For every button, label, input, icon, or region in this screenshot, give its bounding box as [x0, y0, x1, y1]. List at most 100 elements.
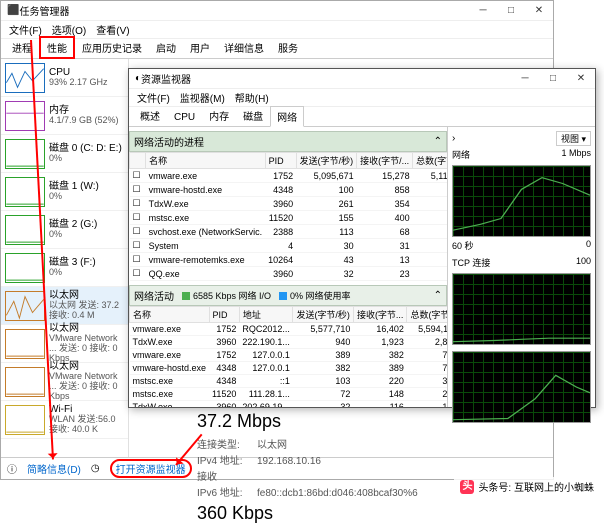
- graph-ethernet: [452, 351, 591, 423]
- side-sub: 0%: [49, 192, 99, 202]
- chevron-up-icon[interactable]: ⌃: [434, 290, 442, 301]
- side-sub: 以太网 发送: 37.2 接收: 0.4 M: [49, 301, 124, 321]
- resource-monitor-left: 网络活动的进程 ⌃ 名称PID发送(字节/秒)接收(字节/...总数(字节/秒)…: [129, 127, 447, 407]
- sidebar-item[interactable]: 磁盘 3 (F:)0%: [1, 249, 128, 287]
- tab-overview[interactable]: 概述: [133, 105, 167, 126]
- sidebar-item[interactable]: 内存4.1/7.9 GB (52%): [1, 97, 128, 135]
- menu-file[interactable]: 文件(F): [5, 22, 46, 37]
- column-header[interactable]: 总数(字节/秒): [413, 153, 447, 169]
- titlebar[interactable]: ⬛ 任务管理器 ─ □ ✕: [1, 1, 553, 21]
- table-row[interactable]: vmware.exe1752127.0.0.1389382771: [130, 349, 448, 362]
- minimize-button[interactable]: ─: [469, 5, 497, 16]
- sidebar-item[interactable]: 以太网VMware Network ... 发送: 0 接收: 0 Kbps: [1, 363, 128, 401]
- maximize-button[interactable]: □: [497, 5, 525, 16]
- watermark: 头 头条号: 互联网上的小蜘蛛: [454, 477, 600, 496]
- column-header[interactable]: 发送(字节/秒): [293, 307, 354, 323]
- open-resource-monitor-link[interactable]: 打开资源监视器: [110, 459, 192, 478]
- menu-help[interactable]: 帮助(H): [231, 90, 273, 105]
- sidebar-item[interactable]: CPU93% 2.17 GHz: [1, 59, 128, 97]
- sparkline-icon: [5, 253, 45, 283]
- column-header[interactable]: 接收(字节/...: [357, 153, 413, 169]
- window-title: 资源监视器: [141, 71, 511, 86]
- watermark-text: 头条号: 互联网上的小蜘蛛: [478, 479, 594, 494]
- resource-monitor-graphs: › 视图 ▾ 网络1 Mbps 60 秒0 TCP 连接100: [447, 127, 595, 407]
- sidebar-item[interactable]: 磁盘 1 (W:)0%: [1, 173, 128, 211]
- tab-startup[interactable]: 启动: [149, 37, 183, 58]
- table-row[interactable]: TdxW.exe3960202.69.19...32116145: [130, 401, 448, 408]
- table-row[interactable]: TdxW.exe3960222.190.1...9401,9232,863: [130, 336, 448, 349]
- sparkline-icon: [5, 405, 45, 435]
- sidebar-item[interactable]: Wi-FiWLAN 发送:56.0 接收: 40.0 K: [1, 401, 128, 439]
- tab-services[interactable]: 服务: [271, 37, 305, 58]
- tab-app-history[interactable]: 应用历史记录: [75, 37, 149, 58]
- side-sub: 4.1/7.9 GB (52%): [49, 116, 119, 126]
- sidebar-item[interactable]: 磁盘 2 (G:)0%: [1, 211, 128, 249]
- column-header[interactable]: 名称: [130, 307, 210, 323]
- menu-file[interactable]: 文件(F): [133, 90, 174, 105]
- column-header[interactable]: 地址: [239, 307, 293, 323]
- chevron-up-icon[interactable]: ⌃: [434, 136, 442, 147]
- tab-bar: 概述 CPU 内存 磁盘 网络: [129, 107, 595, 127]
- view-dropdown[interactable]: 视图 ▾: [556, 131, 591, 146]
- minimize-button[interactable]: ─: [511, 73, 539, 84]
- side-sub: WLAN 发送:56.0 接收: 40.0 K: [49, 415, 124, 435]
- window-title: 任务管理器: [19, 3, 469, 18]
- table-row[interactable]: vmware.exe1752RQC2012...5,577,71016,4025…: [130, 323, 448, 336]
- sidebar-item[interactable]: 以太网VMware Network ... 发送: 0 接收: 0 Kbps: [1, 325, 128, 363]
- recv-speed: 360 Kbps: [197, 503, 545, 524]
- table-row[interactable]: vmware.exe17525,095,67115,2785,110,949: [130, 169, 448, 183]
- side-sub: VMware Network ... 发送: 0 接收: 0 Kbps: [49, 372, 124, 402]
- tab-performance[interactable]: 性能: [39, 36, 75, 59]
- sparkline-icon: [5, 139, 45, 169]
- menubar: 文件(F) 监视器(M) 帮助(H): [129, 89, 595, 107]
- sparkline-icon: [5, 329, 45, 359]
- titlebar[interactable]: ◐ 资源监视器 ─ □ ✕: [129, 69, 595, 89]
- table-row[interactable]: vmware-remotemks.exe10264431356: [130, 253, 448, 267]
- table-row[interactable]: System4303161: [130, 239, 448, 253]
- table-row[interactable]: mstsc.exe11520155400555: [130, 211, 448, 225]
- section-network-activity[interactable]: 网络活动 6585 Kbps 网络 I/O 0% 网络使用率 ⌃: [129, 285, 447, 306]
- menu-options[interactable]: 选项(O): [48, 22, 90, 37]
- column-header[interactable]: PID: [209, 307, 239, 323]
- column-header[interactable]: 接收(字节...: [353, 307, 407, 323]
- menu-monitor[interactable]: 监视器(M): [176, 90, 229, 105]
- table-row[interactable]: vmware-hostd.exe4348127.0.0.1382389771: [130, 362, 448, 375]
- tab-users[interactable]: 用户: [183, 37, 217, 58]
- section-network-processes[interactable]: 网络活动的进程 ⌃: [129, 131, 447, 152]
- activity-table: 名称PID地址发送(字节/秒)接收(字节...总数(字节... vmware.e…: [129, 306, 447, 407]
- column-header[interactable]: PID: [265, 153, 296, 169]
- tab-processes[interactable]: 进程: [5, 37, 39, 58]
- column-header[interactable]: 总数(字节...: [407, 307, 447, 323]
- table-row[interactable]: mstsc.exe11520111.28.1...72148220: [130, 388, 448, 401]
- recv-label: 接收: [197, 468, 227, 483]
- close-button[interactable]: ✕: [525, 5, 553, 16]
- tab-network[interactable]: 网络: [270, 106, 304, 127]
- resource-monitor-window: ◐ 资源监视器 ─ □ ✕ 文件(F) 监视器(M) 帮助(H) 概述 CPU …: [128, 68, 596, 408]
- sidebar-item[interactable]: 以太网以太网 发送: 37.2 接收: 0.4 M: [1, 287, 128, 325]
- column-header[interactable]: 名称: [146, 153, 266, 169]
- tab-disk[interactable]: 磁盘: [236, 105, 270, 126]
- menu-view[interactable]: 查看(V): [92, 22, 133, 37]
- table-row[interactable]: svchost.exe (NetworkServic.238811368181: [130, 225, 448, 239]
- side-sub: 0%: [49, 154, 122, 164]
- table-row[interactable]: mstsc.exe4348::1103220323: [130, 375, 448, 388]
- sparkline-icon: [5, 101, 45, 131]
- table-row[interactable]: vmware-hostd.exe4348100858958: [130, 183, 448, 197]
- table-row[interactable]: TdxW.exe3960261354615: [130, 197, 448, 211]
- close-button[interactable]: ✕: [567, 73, 595, 84]
- toutiao-logo-icon: 头: [460, 480, 474, 494]
- table-row[interactable]: QQ.exe3960322355: [130, 267, 448, 281]
- chevron-right-icon[interactable]: ›: [452, 133, 455, 144]
- maximize-button[interactable]: □: [539, 73, 567, 84]
- tab-memory[interactable]: 内存: [202, 105, 236, 126]
- fewer-details-link[interactable]: 简略信息(D): [27, 461, 81, 476]
- side-sub: VMware Network ... 发送: 0 接收: 0 Kbps: [49, 334, 124, 364]
- tab-cpu[interactable]: CPU: [167, 109, 202, 126]
- tab-details[interactable]: 详细信息: [217, 37, 271, 58]
- sidebar-item[interactable]: 磁盘 0 (C: D: E:)0%: [1, 135, 128, 173]
- column-header[interactable]: 发送(字节/秒): [296, 153, 357, 169]
- sparkline-icon: [5, 215, 45, 245]
- sparkline-icon: [5, 367, 45, 397]
- sparkline-icon: [5, 291, 45, 321]
- performance-sidebar: CPU93% 2.17 GHz内存4.1/7.9 GB (52%)磁盘 0 (C…: [1, 59, 129, 457]
